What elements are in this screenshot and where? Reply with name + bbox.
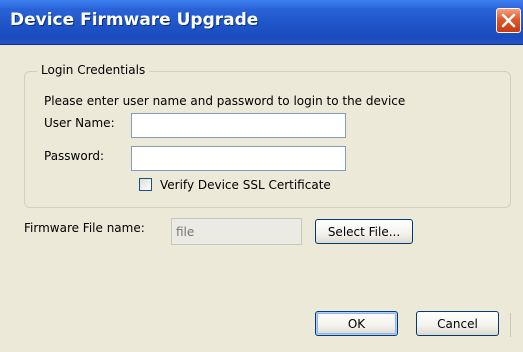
username-input[interactable] xyxy=(132,114,345,137)
firmware-file-input[interactable] xyxy=(172,219,301,244)
close-icon xyxy=(501,13,516,28)
cancel-button[interactable]: Cancel xyxy=(416,311,499,336)
firmware-file-box xyxy=(171,218,302,245)
firmware-upgrade-dialog: Device Firmware Upgrade Login Credential… xyxy=(0,0,523,352)
dialog-title: Device Firmware Upgrade xyxy=(10,10,259,30)
password-field-box xyxy=(131,146,346,171)
title-bar[interactable]: Device Firmware Upgrade xyxy=(0,0,523,45)
login-instruction: Please enter user name and password to l… xyxy=(44,94,406,108)
ok-button[interactable]: OK xyxy=(315,311,398,336)
verify-ssl-label[interactable]: Verify Device SSL Certificate xyxy=(160,178,331,192)
select-file-button[interactable]: Select File... xyxy=(315,219,413,244)
verify-ssl-checkbox[interactable] xyxy=(139,178,152,191)
dialog-body: Login Credentials Please enter user name… xyxy=(0,45,523,352)
password-label: Password: xyxy=(44,149,105,163)
password-input[interactable] xyxy=(132,147,345,170)
firmware-file-label: Firmware File name: xyxy=(24,221,145,235)
close-button[interactable] xyxy=(496,8,521,33)
username-field-box xyxy=(131,113,346,138)
separator-line xyxy=(510,313,511,337)
username-label: User Name: xyxy=(44,116,115,130)
group-legend: Login Credentials xyxy=(37,63,150,77)
